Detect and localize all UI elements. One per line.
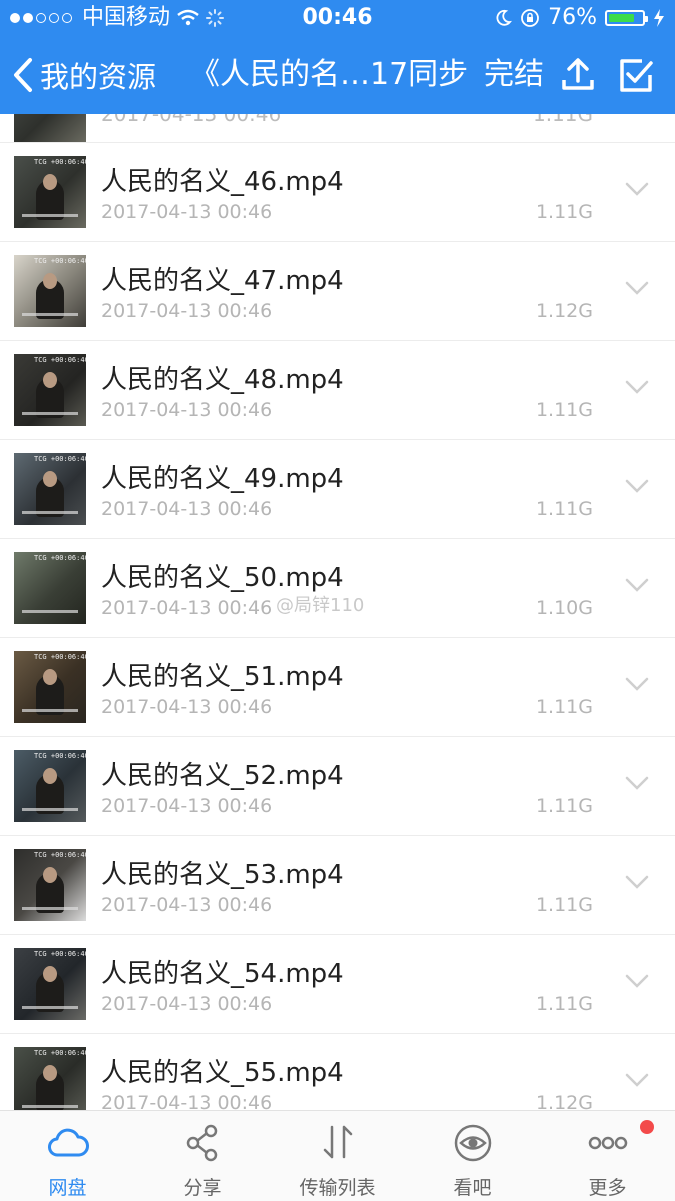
- tab-label: 传输列表: [299, 1177, 376, 1199]
- file-name: 人民的名义_46.mp4: [101, 167, 344, 197]
- list-item[interactable]: TCG +00:06:40 人民的名义_49.mp4 2017-04-13 00…: [0, 440, 675, 539]
- transfer-icon: [323, 1125, 352, 1159]
- file-size: 1.11G: [532, 114, 593, 126]
- list-item[interactable]: TCG +00:06:40 人民的名义_51.mp4 2017-04-13 00…: [0, 638, 675, 737]
- checkbox-icon[interactable]: [618, 58, 654, 94]
- battery-percent: 76%: [548, 5, 597, 30]
- tab-watch[interactable]: 看吧: [405, 1111, 540, 1201]
- file-name: 人民的名义_49.mp4: [101, 464, 344, 494]
- tab-bar: 网盘 分享 传输列表 看吧 更多: [0, 1110, 675, 1201]
- page-title: 《人民的名…17同步: [190, 57, 469, 92]
- chevron-down-icon[interactable]: [625, 478, 649, 494]
- file-date: 2017-04-13 00:46: [101, 597, 273, 619]
- file-date: 2017-04-13 00:46: [101, 795, 273, 817]
- file-size: 1.11G: [535, 399, 593, 421]
- chevron-down-icon[interactable]: [625, 181, 649, 197]
- chevron-down-icon[interactable]: [625, 1072, 649, 1088]
- moon-icon: [496, 9, 513, 26]
- video-thumbnail: TCG +00:06:40: [14, 1047, 86, 1110]
- file-size: 1.11G: [535, 795, 593, 817]
- tab-label: 网盘: [48, 1177, 87, 1199]
- weibo-watermark: @局锌110: [276, 595, 365, 616]
- video-thumbnail: TCG +00:06:40: [14, 552, 86, 624]
- file-size: 1.11G: [535, 696, 593, 718]
- rotation-lock-icon: [521, 9, 539, 27]
- file-date: 2017-04-13 00:46: [101, 696, 273, 718]
- file-name: 人民的名义_54.mp4: [101, 959, 344, 989]
- cloud-icon: [47, 1128, 89, 1157]
- video-thumbnail: TCG +00:06:40: [14, 651, 86, 723]
- video-thumbnail: [14, 114, 86, 142]
- file-size: 1.11G: [535, 498, 593, 520]
- file-date: 2017-04-13 00:46: [101, 399, 273, 421]
- video-thumbnail: TCG +00:06:40: [14, 354, 86, 426]
- tab-more[interactable]: 更多: [540, 1111, 675, 1201]
- chevron-left-icon: [14, 58, 32, 92]
- file-date: 2017-04-13 00:46: [101, 1092, 273, 1110]
- tab-netdisk[interactable]: 网盘: [0, 1111, 135, 1201]
- share-icon: [186, 1124, 217, 1162]
- file-name: 人民的名义_48.mp4: [101, 365, 344, 395]
- video-thumbnail: TCG +00:06:40: [14, 750, 86, 822]
- list-item[interactable]: TCG +00:06:40 人民的名义_47.mp4 2017-04-13 00…: [0, 242, 675, 341]
- file-date: 2017-04-13 00:46: [101, 498, 273, 520]
- charging-icon: [654, 9, 664, 27]
- tab-label: 看吧: [453, 1177, 492, 1199]
- file-size: 1.12G: [535, 300, 593, 322]
- list-item-partial[interactable]: 2017-04-13 00:46 1.11G: [0, 114, 675, 143]
- file-name: 人民的名义_53.mp4: [101, 860, 344, 890]
- status-bar: 中国移动 00:46 76%: [0, 0, 675, 36]
- file-name: 人民的名义_55.mp4: [101, 1058, 344, 1088]
- battery-icon: [605, 10, 648, 26]
- chevron-down-icon[interactable]: [625, 676, 649, 692]
- list-item[interactable]: TCG +00:06:40 人民的名义_48.mp4 2017-04-13 00…: [0, 341, 675, 440]
- video-thumbnail: TCG +00:06:40: [14, 453, 86, 525]
- notification-badge: [640, 1120, 654, 1134]
- file-date: 2017-04-13 00:46: [101, 300, 273, 322]
- done-button[interactable]: 完结: [484, 54, 544, 96]
- list-item[interactable]: TCG +00:06:40 人民的名义_53.mp4 2017-04-13 00…: [0, 836, 675, 935]
- list-item[interactable]: TCG +00:06:40 人民的名义_50.mp4 2017-04-13 00…: [0, 539, 675, 638]
- file-date: 2017-04-13 00:46: [101, 894, 273, 916]
- list-item[interactable]: TCG +00:06:40 人民的名义_55.mp4 2017-04-13 00…: [0, 1034, 675, 1110]
- back-label: 我的资源: [40, 60, 157, 94]
- chevron-down-icon[interactable]: [625, 775, 649, 791]
- list-item[interactable]: TCG +00:06:40 人民的名义_52.mp4 2017-04-13 00…: [0, 737, 675, 836]
- file-name: 人民的名义_51.mp4: [101, 662, 344, 692]
- tab-label: 分享: [183, 1177, 222, 1199]
- nav-bar: 我的资源 《人民的名…17同步 完结: [0, 44, 675, 106]
- file-name: 人民的名义_50.mp4: [101, 563, 344, 593]
- chevron-down-icon[interactable]: [625, 379, 649, 395]
- video-thumbnail: TCG +00:06:40: [14, 948, 86, 1020]
- eye-icon: [454, 1124, 491, 1162]
- file-size: 1.11G: [535, 201, 593, 223]
- tab-transfer[interactable]: 传输列表: [270, 1111, 405, 1201]
- file-size: 1.11G: [535, 993, 593, 1015]
- file-date: 2017-04-13 00:46: [101, 993, 273, 1015]
- chevron-down-icon[interactable]: [625, 874, 649, 890]
- list-item[interactable]: TCG +00:06:40 人民的名义_46.mp4 2017-04-13 00…: [0, 143, 675, 242]
- video-thumbnail: TCG +00:06:40: [14, 849, 86, 921]
- file-size: 1.10G: [535, 597, 593, 619]
- file-date: 2017-04-13 00:46: [101, 114, 282, 126]
- chevron-down-icon[interactable]: [625, 973, 649, 989]
- file-list: 2017-04-13 00:46 1.11G TCG +00:06:40 人民的…: [0, 114, 675, 1110]
- more-icon: [588, 1136, 627, 1150]
- chevron-down-icon[interactable]: [625, 577, 649, 593]
- upload-icon[interactable]: [560, 56, 596, 92]
- file-size: 1.12G: [535, 1092, 593, 1110]
- file-size: 1.11G: [535, 894, 593, 916]
- file-name: 人民的名义_47.mp4: [101, 266, 344, 296]
- top-bar: 中国移动 00:46 76% 我的资源 《人民的名…17同步 完结: [0, 0, 675, 114]
- file-date: 2017-04-13 00:46: [101, 201, 273, 223]
- tab-label: 更多: [588, 1177, 627, 1199]
- list-item[interactable]: TCG +00:06:40 人民的名义_54.mp4 2017-04-13 00…: [0, 935, 675, 1034]
- video-thumbnail: TCG +00:06:40: [14, 255, 86, 327]
- chevron-down-icon[interactable]: [625, 280, 649, 296]
- tab-share[interactable]: 分享: [135, 1111, 270, 1201]
- back-button[interactable]: 我的资源: [12, 54, 156, 96]
- file-name: 人民的名义_52.mp4: [101, 761, 344, 791]
- video-thumbnail: TCG +00:06:40: [14, 156, 86, 228]
